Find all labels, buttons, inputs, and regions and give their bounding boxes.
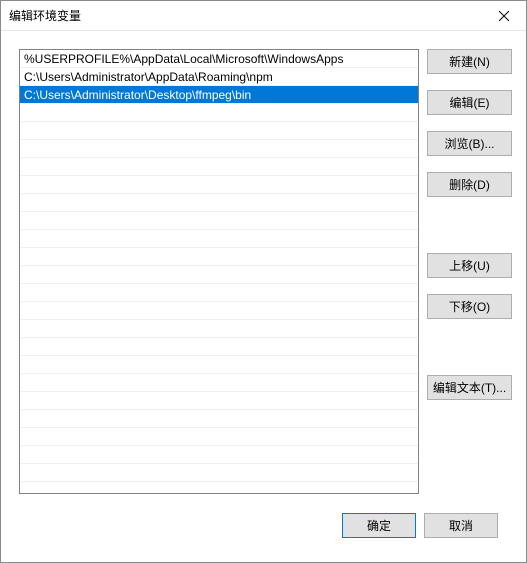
list-item[interactable] xyxy=(20,248,418,266)
list-item[interactable]: C:\Users\Administrator\AppData\Roaming\n… xyxy=(20,68,418,86)
list-item[interactable] xyxy=(20,194,418,212)
cancel-button[interactable]: 取消 xyxy=(424,513,498,538)
list-item[interactable] xyxy=(20,266,418,284)
list-item[interactable]: %USERPROFILE%\AppData\Local\Microsoft\Wi… xyxy=(20,50,418,68)
footer-buttons: 确定 取消 xyxy=(19,507,512,552)
list-item[interactable] xyxy=(20,158,418,176)
list-item[interactable] xyxy=(20,428,418,446)
titlebar: 编辑环境变量 xyxy=(1,1,526,31)
list-item[interactable] xyxy=(20,302,418,320)
new-button[interactable]: 新建(N) xyxy=(427,49,512,74)
move-up-button[interactable]: 上移(U) xyxy=(427,253,512,278)
list-item[interactable] xyxy=(20,284,418,302)
list-item[interactable] xyxy=(20,356,418,374)
main-row: %USERPROFILE%\AppData\Local\Microsoft\Wi… xyxy=(19,49,512,507)
list-item[interactable] xyxy=(20,374,418,392)
browse-button[interactable]: 浏览(B)... xyxy=(427,131,512,156)
window-title: 编辑环境变量 xyxy=(9,7,81,24)
list-item[interactable] xyxy=(20,212,418,230)
delete-button[interactable]: 删除(D) xyxy=(427,172,512,197)
edit-button[interactable]: 编辑(E) xyxy=(427,90,512,115)
edit-text-button[interactable]: 编辑文本(T)... xyxy=(427,375,512,400)
close-button[interactable] xyxy=(481,1,526,31)
list-item[interactable] xyxy=(20,464,418,482)
list-item[interactable] xyxy=(20,320,418,338)
move-down-button[interactable]: 下移(O) xyxy=(427,294,512,319)
dialog-window: 编辑环境变量 %USERPROFILE%\AppData\Local\Micro… xyxy=(0,0,527,563)
list-item[interactable] xyxy=(20,410,418,428)
ok-button[interactable]: 确定 xyxy=(342,513,416,538)
list-item[interactable] xyxy=(20,104,418,122)
list-item[interactable] xyxy=(20,122,418,140)
list-item[interactable] xyxy=(20,446,418,464)
side-buttons: 新建(N) 编辑(E) 浏览(B)... 删除(D) 上移(U) 下移(O) 编… xyxy=(427,49,512,507)
list-item[interactable] xyxy=(20,230,418,248)
list-item[interactable] xyxy=(20,392,418,410)
list-item[interactable] xyxy=(20,338,418,356)
path-listbox[interactable]: %USERPROFILE%\AppData\Local\Microsoft\Wi… xyxy=(19,49,419,494)
list-item[interactable] xyxy=(20,176,418,194)
list-item[interactable] xyxy=(20,140,418,158)
list-item[interactable]: C:\Users\Administrator\Desktop\ffmpeg\bi… xyxy=(20,86,418,104)
content-area: %USERPROFILE%\AppData\Local\Microsoft\Wi… xyxy=(1,31,526,562)
close-icon xyxy=(499,11,509,21)
